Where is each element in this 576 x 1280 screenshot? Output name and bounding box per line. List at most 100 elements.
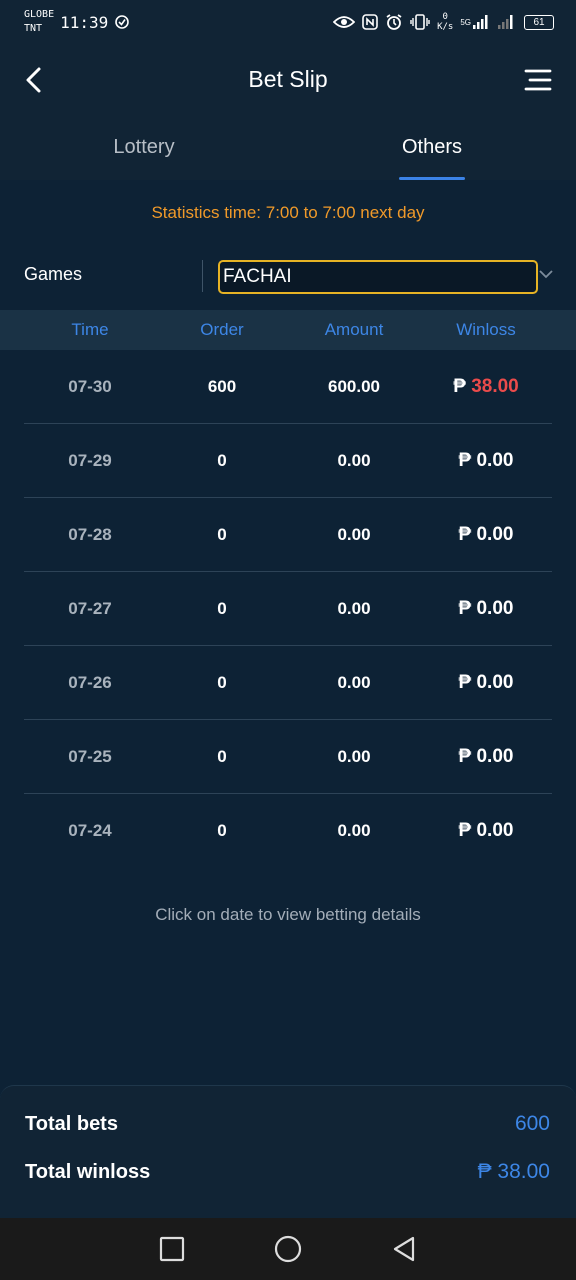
row-date[interactable]: 07-27 bbox=[24, 599, 156, 619]
games-label: Games bbox=[24, 264, 83, 284]
battery-level: 61 bbox=[533, 16, 545, 28]
summary-card: Total bets 600 Total winloss ₱ 38.00 bbox=[0, 1085, 576, 1218]
status-bar-left: GLOBE TNT 11:39 bbox=[24, 8, 130, 36]
row-order: 0 bbox=[217, 672, 227, 692]
circle-icon bbox=[274, 1235, 302, 1263]
data-saver-icon bbox=[114, 14, 130, 30]
row-amount: 0.00 bbox=[337, 524, 371, 544]
row-order: 0 bbox=[217, 821, 227, 840]
tab-lottery[interactable]: Lottery bbox=[0, 114, 288, 180]
chevron-down-icon[interactable] bbox=[538, 268, 554, 280]
winloss-value: 0.00 bbox=[476, 671, 514, 693]
nfc-icon bbox=[362, 14, 378, 30]
status-time: 11:39 bbox=[60, 12, 109, 32]
status-bar-right: 0 K/s 5G 61 bbox=[333, 12, 554, 32]
table-header: Time Order Amount Winloss bbox=[0, 310, 576, 350]
row-date[interactable]: 07-26 bbox=[24, 673, 156, 693]
total-winloss-label: Total winloss bbox=[25, 1160, 151, 1183]
row-date[interactable]: 07-24 bbox=[24, 821, 156, 841]
table-row[interactable]: 07-28 0 0.00 ₱ 0.00 bbox=[24, 498, 552, 572]
table-row[interactable]: 07-24 0 0.00 ₱ 0.00 bbox=[24, 794, 552, 868]
net-speed-value: 0 bbox=[442, 12, 448, 22]
total-winloss-row: Total winloss ₱ 38.00 bbox=[25, 1160, 550, 1184]
betting-details-hint: Click on date to view betting details bbox=[155, 905, 421, 924]
row-winloss: ₱ 0.00 bbox=[420, 672, 552, 694]
row-date[interactable]: 07-28 bbox=[24, 525, 156, 545]
currency-symbol: ₱ bbox=[458, 671, 472, 693]
eye-icon bbox=[333, 15, 356, 29]
table-row[interactable]: 07-25 0 0.00 ₱ 0.00 bbox=[24, 720, 552, 794]
currency-symbol: ₱ bbox=[458, 597, 472, 619]
table-row[interactable]: 07-27 0 0.00 ₱ 0.00 bbox=[24, 572, 552, 646]
signal-5g-icon: 5G bbox=[460, 14, 490, 30]
currency-symbol: ₱ bbox=[453, 375, 466, 397]
games-selected-value: FACHAI bbox=[223, 266, 292, 287]
games-select[interactable]: FACHAI bbox=[218, 260, 538, 294]
row-date[interactable]: 07-30 bbox=[24, 377, 156, 397]
row-order: 0 bbox=[217, 524, 227, 544]
row-amount: 600.00 bbox=[328, 376, 380, 396]
tab-others[interactable]: Others bbox=[288, 114, 576, 180]
winloss-value: 0.00 bbox=[476, 523, 514, 545]
row-winloss: ₱ 0.00 bbox=[420, 820, 552, 842]
column-winloss: Winloss bbox=[456, 320, 516, 339]
winloss-value: 0.00 bbox=[476, 820, 514, 841]
table-row[interactable]: 07-29 0 0.00 ₱ 0.00 bbox=[24, 424, 552, 498]
menu-button[interactable] bbox=[524, 68, 552, 92]
winloss-value: 0.00 bbox=[476, 449, 514, 471]
row-date[interactable]: 07-29 bbox=[24, 451, 156, 471]
row-order: 600 bbox=[207, 376, 237, 396]
back-button[interactable] bbox=[22, 66, 46, 94]
table-body: 07-30 600 600.00 ₱ 38.00 07-29 0 0.00 ₱ … bbox=[24, 350, 552, 868]
total-winloss-value: ₱ 38.00 bbox=[477, 1160, 550, 1183]
row-winloss: ₱ 0.00 bbox=[420, 524, 552, 546]
carrier-1: GLOBE bbox=[24, 9, 55, 20]
row-amount: 0.00 bbox=[337, 450, 371, 470]
row-date[interactable]: 07-25 bbox=[24, 747, 156, 767]
column-time: Time bbox=[71, 320, 109, 339]
currency-symbol: ₱ bbox=[458, 449, 472, 471]
status-bar: GLOBE TNT 11:39 0 K/s 5G 61 bbox=[0, 0, 576, 44]
system-back-button[interactable] bbox=[389, 1234, 419, 1264]
signal-icon bbox=[497, 14, 517, 30]
network-type: 5G bbox=[460, 17, 471, 27]
row-winloss: ₱ 38.00 bbox=[420, 376, 552, 398]
winloss-value: 0.00 bbox=[476, 745, 514, 767]
table-row[interactable]: 07-26 0 0.00 ₱ 0.00 bbox=[24, 646, 552, 720]
recents-button[interactable] bbox=[157, 1234, 187, 1264]
vibrate-icon bbox=[410, 13, 430, 31]
statistics-notice: Statistics time: 7:00 to 7:00 next day bbox=[151, 203, 425, 222]
page-title: Bet Slip bbox=[248, 65, 328, 92]
total-bets-row: Total bets 600 bbox=[25, 1112, 550, 1136]
total-bets-label: Total bets bbox=[25, 1112, 118, 1135]
carrier-labels: GLOBE TNT bbox=[24, 8, 54, 36]
battery-icon: 61 bbox=[524, 14, 554, 30]
triangle-back-icon bbox=[393, 1236, 415, 1262]
chevron-left-icon bbox=[26, 67, 41, 93]
net-speed: 0 K/s bbox=[437, 12, 453, 32]
row-amount: 0.00 bbox=[337, 672, 371, 692]
total-bets-value: 600 bbox=[514, 1112, 550, 1135]
row-winloss: ₱ 0.00 bbox=[420, 450, 552, 472]
row-winloss: ₱ 0.00 bbox=[420, 598, 552, 620]
active-tab-indicator bbox=[399, 177, 465, 180]
row-amount: 0.00 bbox=[337, 598, 371, 618]
tab-others-label: Others bbox=[401, 135, 463, 158]
carrier-2: TNT bbox=[24, 23, 43, 34]
currency-symbol: ₱ bbox=[458, 523, 472, 545]
home-button[interactable] bbox=[273, 1234, 303, 1264]
row-order: 0 bbox=[217, 450, 227, 470]
row-order: 0 bbox=[217, 746, 227, 766]
winloss-value: 0.00 bbox=[476, 597, 514, 619]
winloss-value: 38.00 bbox=[471, 375, 519, 397]
system-nav-bar bbox=[0, 1218, 576, 1280]
table-row[interactable]: 07-30 600 600.00 ₱ 38.00 bbox=[24, 350, 552, 424]
row-winloss: ₱ 0.00 bbox=[420, 746, 552, 768]
column-order: Order bbox=[200, 320, 244, 339]
games-filter: Games FACHAI bbox=[0, 252, 576, 298]
row-amount: 0.00 bbox=[337, 821, 371, 840]
currency-symbol: ₱ bbox=[458, 820, 472, 841]
net-speed-unit: K/s bbox=[437, 22, 454, 32]
app-header: Bet Slip bbox=[0, 44, 576, 114]
row-amount: 0.00 bbox=[337, 746, 371, 766]
